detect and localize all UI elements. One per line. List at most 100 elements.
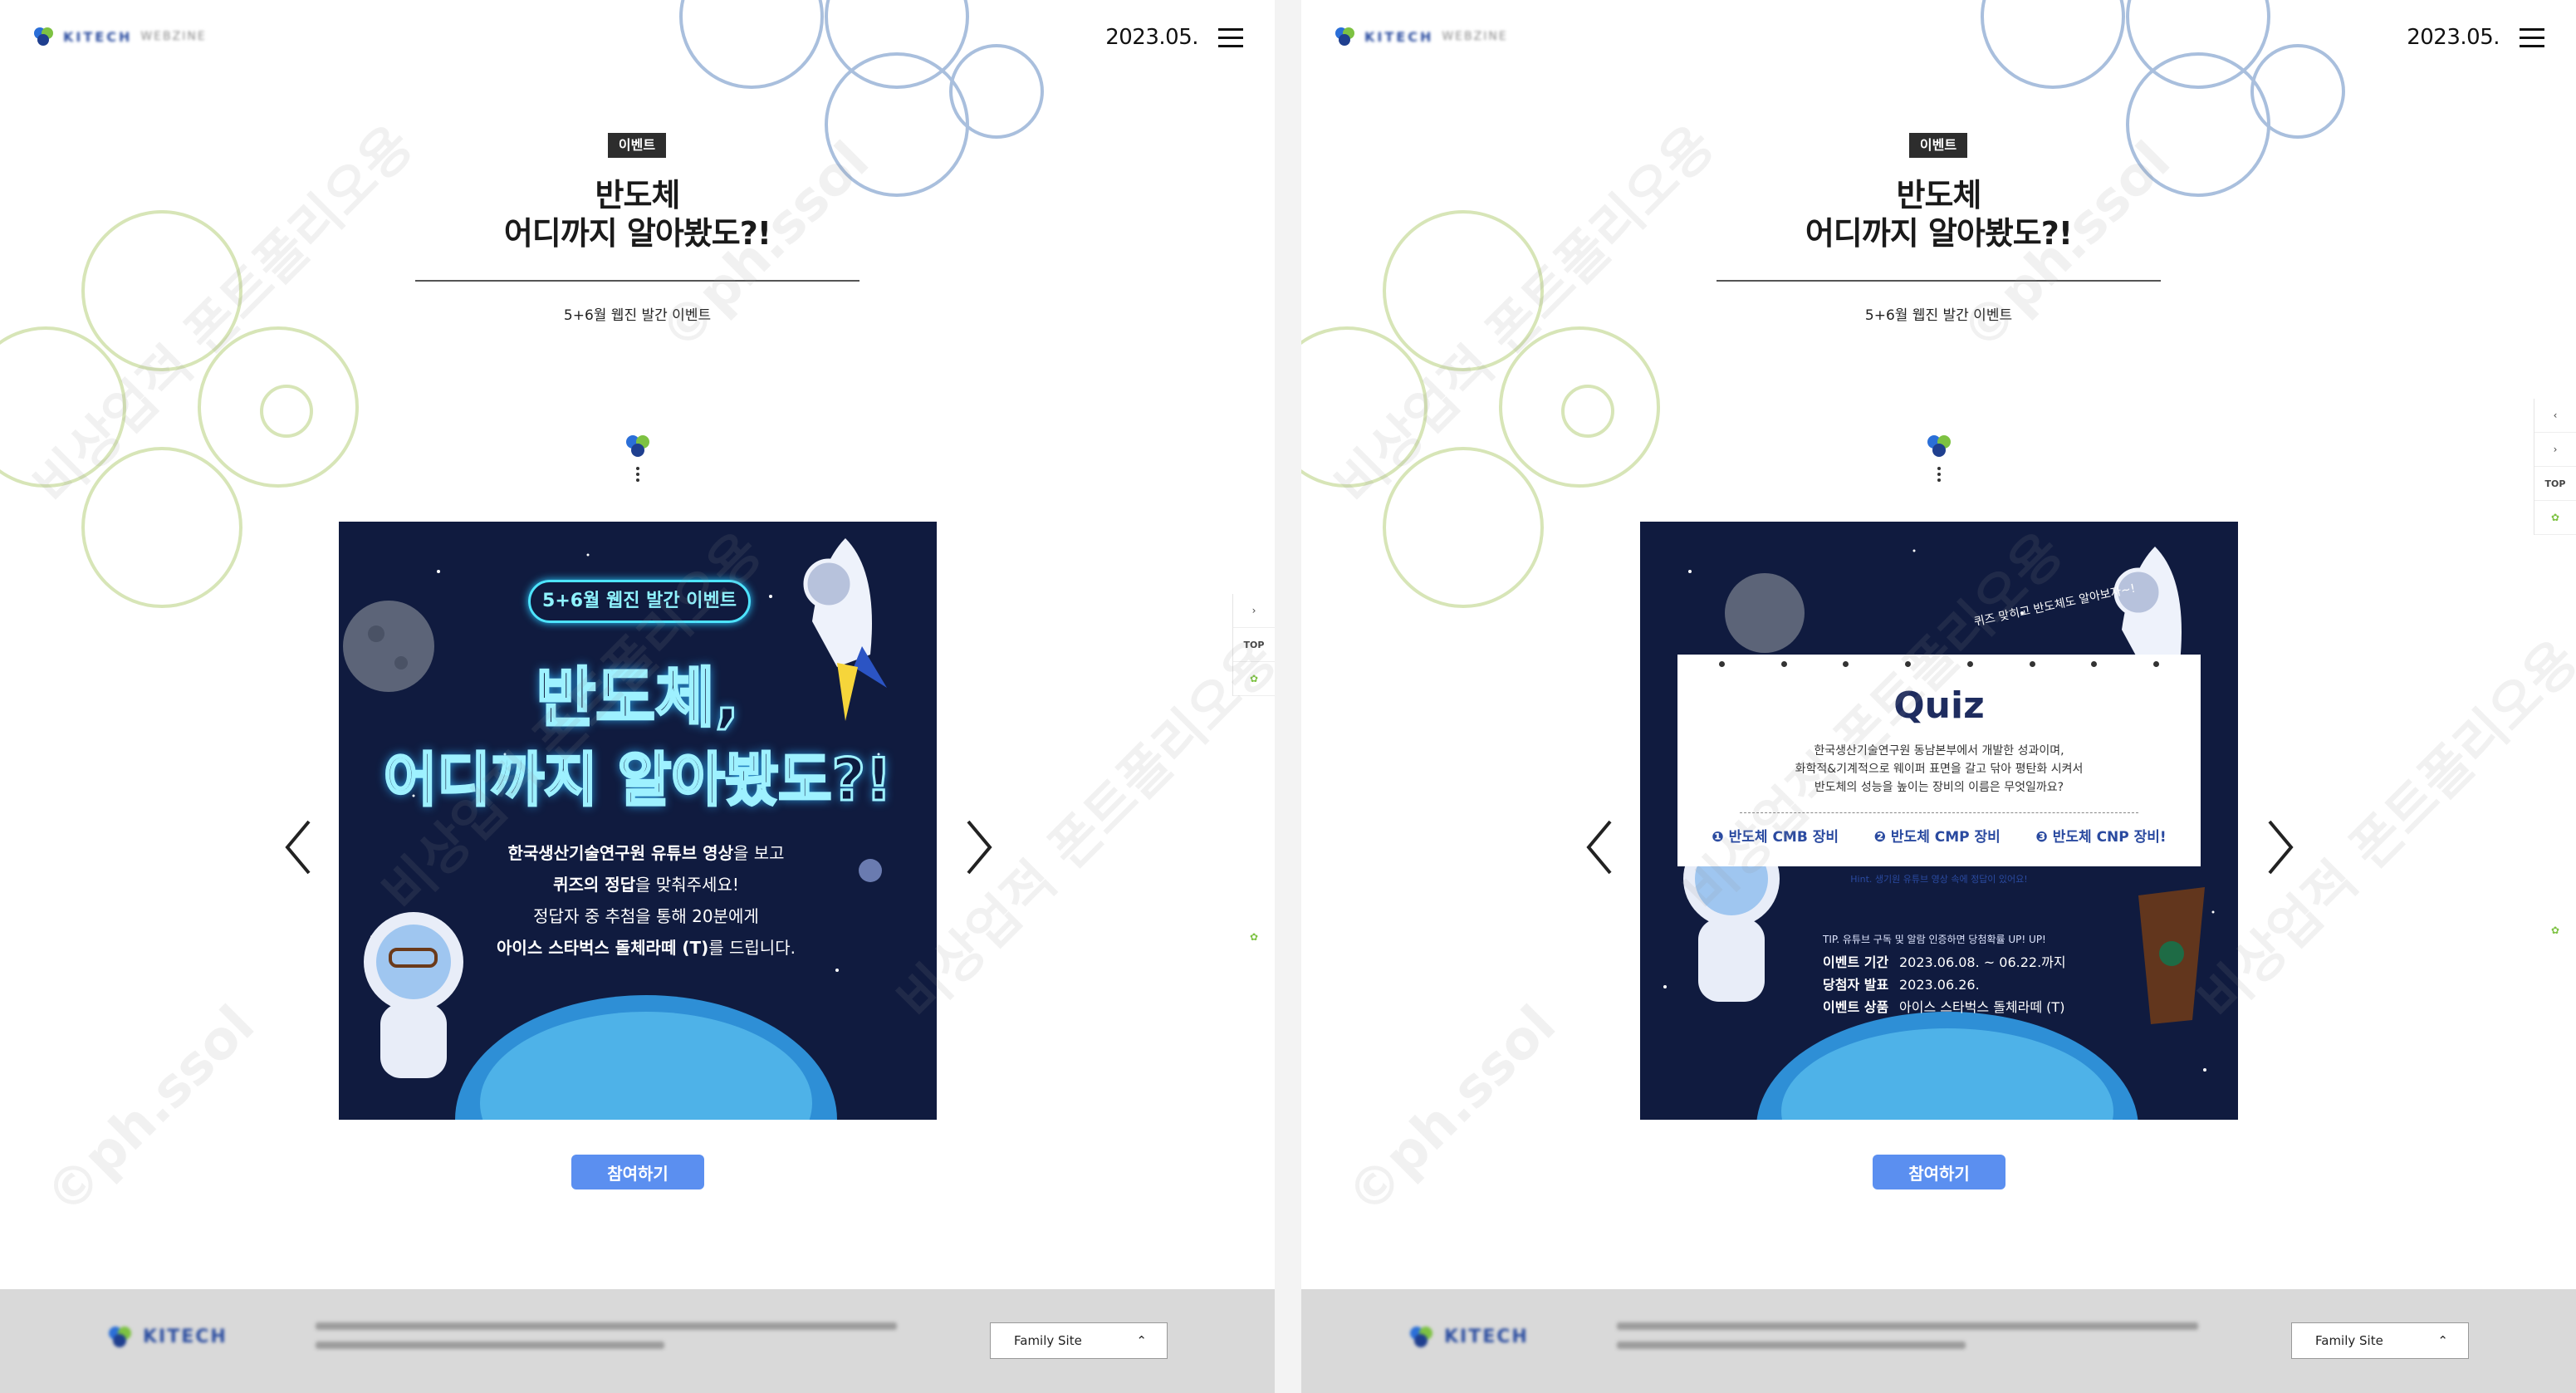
iced-coffee-icon <box>2138 887 2205 1024</box>
question-line-2: 화학적&기계적으로 웨이퍼 표면을 갈고 닦아 평탄화 시켜서 <box>1795 763 2084 776</box>
side-floating-icon-wrap: ✿ <box>2534 914 2576 947</box>
quick-side-menu: ‹ › TOP ✿ <box>2534 399 2576 535</box>
desc-1a: 한국생산기술연구원 유튜브 영상 <box>507 843 733 863</box>
desc-3: 정답자 중 추첨을 통해 20분에게 <box>533 906 759 926</box>
family-site-select[interactable]: Family Site ⌃ <box>990 1322 1168 1359</box>
kitech-logo-icon <box>34 27 53 46</box>
question-line-3: 반도체의 성능을 높이는 장비의 이름은 무엇일까요? <box>1814 781 2064 794</box>
site-footer: KITECH Family Site ⌃ <box>0 1289 1275 1393</box>
family-site-label: Family Site <box>2315 1333 2383 1348</box>
logo-text: KITECH <box>1364 28 1434 45</box>
family-site-select[interactable]: Family Site ⌃ <box>2291 1322 2469 1359</box>
title-divider <box>1717 280 2161 282</box>
event-badge-neon: 5+6월 웹진 발간 이벤트 <box>528 580 751 623</box>
period-value: 2023.06.08. ~ 06.22.까지 <box>1899 954 2066 970</box>
kitech-mini-logo-icon <box>626 435 649 482</box>
period-label: 이벤트 기간 <box>1823 954 1889 970</box>
desc-2a: 퀴즈의 정답 <box>553 875 636 895</box>
desc-4b: 를 드립니다. <box>708 938 796 958</box>
event-description: 한국생산기술연구원 유튜브 영상을 보고 퀴즈의 정답을 맞춰주세요! 정답자 … <box>472 837 820 964</box>
hamburger-menu-icon[interactable] <box>2520 28 2544 48</box>
logo-text: KITECH <box>63 28 133 45</box>
webzine-page-right: KITECH WEBZINE 2023.05. 이벤트 반도체 어디까지 알아봤… <box>1301 0 2576 1393</box>
quiz-slide-poster: 퀴즈 맞히고 반도체도 알아보자~! Quiz 한국생산기술연구원 동남본부에서… <box>1640 522 2238 1120</box>
next-slide-arrow-icon[interactable] <box>962 818 995 876</box>
join-event-button[interactable]: 참여하기 <box>1873 1155 2005 1189</box>
category-badge: 이벤트 <box>1909 133 1967 158</box>
webzine-page-left: KITECH WEBZINE 2023.05. 이벤트 반도체 어디까지 알아봤… <box>0 0 1275 1393</box>
astronaut-icon <box>364 912 463 1078</box>
footer-address-blurred <box>1617 1322 2198 1361</box>
announce-value: 2023.06.26. <box>1899 977 1980 993</box>
category-badge: 이벤트 <box>608 133 666 158</box>
site-logo[interactable]: KITECH WEBZINE <box>1333 25 1508 48</box>
scroll-top-button[interactable]: TOP <box>1233 628 1275 662</box>
footer-logo-text: KITECH <box>1444 1326 1529 1347</box>
side-leaf-icon[interactable]: ✿ <box>2534 501 2576 535</box>
quick-side-menu: › TOP ✿ <box>1232 594 1275 696</box>
side-prev-icon[interactable]: ‹ <box>2534 399 2576 433</box>
event-tip: TIP. 유튜브 구독 및 알람 인증하면 당첨확률 UP! UP! <box>1823 934 2046 945</box>
footer-logo[interactable]: KITECH <box>1408 1324 1529 1349</box>
title-line-1: 반도체 <box>1896 177 1982 213</box>
article-subtitle: 5+6월 웹진 발간 이벤트 <box>1864 307 2013 324</box>
title-divider <box>415 280 859 282</box>
article-title: 반도체 어디까지 알아봤도?! <box>415 176 859 253</box>
quiz-question: 한국생산기술연구원 동남본부에서 개발한 성과이며, 화학적&기계적으로 웨이퍼… <box>1727 742 2151 797</box>
footer-address-blurred <box>316 1322 897 1361</box>
neon-title-line-2: 어디까지 알아봤도?! <box>382 745 893 816</box>
article-title: 반도체 어디까지 알아봤도?! <box>1717 176 2161 253</box>
desc-1b: 을 보고 <box>732 843 785 863</box>
announce-label: 당첨자 발표 <box>1823 977 1889 993</box>
quiz-options: ❶ 반도체 CMB 장비 ❷ 반도체 CMP 장비 ❸ 반도체 CNP 장비! <box>1694 825 2184 846</box>
title-line-1: 반도체 <box>595 177 681 213</box>
side-floating-icon-wrap: ✿ <box>1233 920 1275 954</box>
desc-2b: 을 맞춰주세요! <box>635 875 739 895</box>
title-line-2: 어디까지 알아봤도?! <box>503 215 771 252</box>
floating-leaf-icon[interactable]: ✿ <box>2534 914 2576 947</box>
neon-title-line-1: 반도체, <box>535 660 741 738</box>
footer-logo-icon <box>1410 1327 1432 1347</box>
join-event-button[interactable]: 참여하기 <box>571 1155 704 1189</box>
article-subtitle: 5+6월 웹진 발간 이벤트 <box>563 307 712 324</box>
footer-logo-text: KITECH <box>143 1326 228 1347</box>
site-footer: KITECH Family Site ⌃ <box>1301 1289 2576 1393</box>
notebook-holes <box>1719 661 2159 667</box>
event-info: TIP. 유튜브 구독 및 알람 인증하면 당첨확률 UP! UP! 이벤트 기… <box>1823 929 2066 1018</box>
chevron-up-icon: ⌃ <box>1136 1333 1147 1348</box>
issue-date: 2023.05. <box>1105 25 1198 50</box>
footer-logo-icon <box>109 1327 131 1347</box>
next-slide-arrow-icon[interactable] <box>2263 818 2296 876</box>
kitech-mini-logo-icon <box>1927 435 1951 482</box>
prize-label: 이벤트 상품 <box>1823 999 1889 1015</box>
hamburger-menu-icon[interactable] <box>1218 28 1243 48</box>
quiz-divider <box>1740 812 2138 813</box>
desc-4a: 아이스 스타벅스 돌체라떼 (T) <box>497 938 709 958</box>
footer-logo[interactable]: KITECH <box>106 1324 228 1349</box>
floating-leaf-icon[interactable]: ✿ <box>1233 920 1275 954</box>
site-logo[interactable]: KITECH WEBZINE <box>32 25 207 48</box>
scroll-top-button[interactable]: TOP <box>2534 467 2576 501</box>
side-next-icon[interactable]: › <box>1233 594 1275 628</box>
logo-subtext: WEBZINE <box>1442 30 1508 43</box>
kitech-logo-icon <box>1335 27 1354 46</box>
quiz-title: Quiz <box>1893 684 1985 727</box>
quiz-option-3: ❸ 반도체 CNP 장비! <box>2035 829 2167 846</box>
title-line-2: 어디까지 알아봤도?! <box>1805 215 2073 252</box>
side-next-icon[interactable]: › <box>2534 433 2576 467</box>
prize-value: 아이스 스타벅스 돌체라떼 (T) <box>1899 999 2065 1015</box>
quiz-card: Quiz 한국생산기술연구원 동남본부에서 개발한 성과이며, 화학적&기계적으… <box>1677 655 2201 866</box>
event-slide-poster: 5+6월 웹진 발간 이벤트 반도체, 어디까지 알아봤도?! 한국생산기술연구… <box>339 522 937 1120</box>
question-line-1: 한국생산기술연구원 동남본부에서 개발한 성과이며, <box>1814 744 2064 758</box>
family-site-label: Family Site <box>1014 1333 1082 1348</box>
quiz-option-2: ❷ 반도체 CMP 장비 <box>1873 829 2001 846</box>
quiz-option-1: ❶ 반도체 CMB 장비 <box>1712 829 1839 846</box>
prev-slide-arrow-icon[interactable] <box>1584 818 1617 876</box>
prev-slide-arrow-icon[interactable] <box>282 818 316 876</box>
chevron-up-icon: ⌃ <box>2437 1333 2448 1348</box>
issue-date: 2023.05. <box>2407 25 2500 50</box>
logo-subtext: WEBZINE <box>140 30 207 43</box>
panel-gutter <box>1275 0 1301 1393</box>
side-leaf-icon[interactable]: ✿ <box>1233 662 1275 696</box>
quiz-hint: Hint. 생기원 유튜브 영상 속에 정답이 있어요! <box>1850 874 2028 885</box>
